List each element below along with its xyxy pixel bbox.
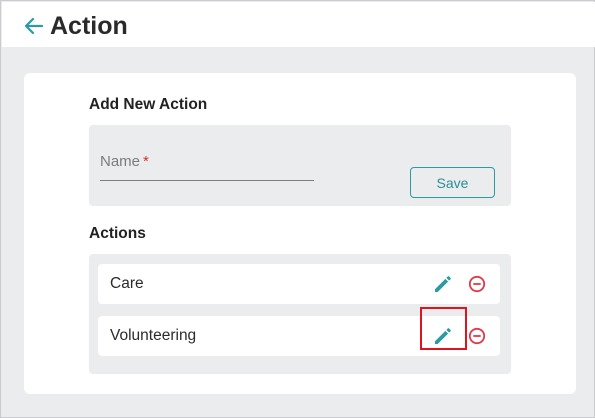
action-card: Add New Action Name* Save Actions Care [24,73,576,394]
page-header: Action [2,2,595,47]
app-frame: Action Add New Action Name * Save Actions… [0,0,595,418]
add-new-action-heading: Add New Action [89,96,208,113]
back-arrow-icon[interactable] [22,14,46,38]
pencil-icon[interactable] [431,272,455,296]
minus-circle-icon[interactable] [466,325,488,347]
minus-circle-icon[interactable] [466,273,488,295]
name-field[interactable]: Name * [100,151,314,181]
actions-list: Care Volunteering [89,254,511,374]
add-action-panel: Name * Save [89,125,511,206]
name-input[interactable] [100,151,314,180]
actions-heading: Actions [89,225,146,242]
page-title: Action [50,12,128,40]
action-item-label: Care [110,275,144,292]
edit-highlight-box [420,307,467,350]
save-button[interactable]: Save [410,167,495,198]
action-item-care: Care [98,264,500,304]
action-item-label: Volunteering [110,327,197,344]
